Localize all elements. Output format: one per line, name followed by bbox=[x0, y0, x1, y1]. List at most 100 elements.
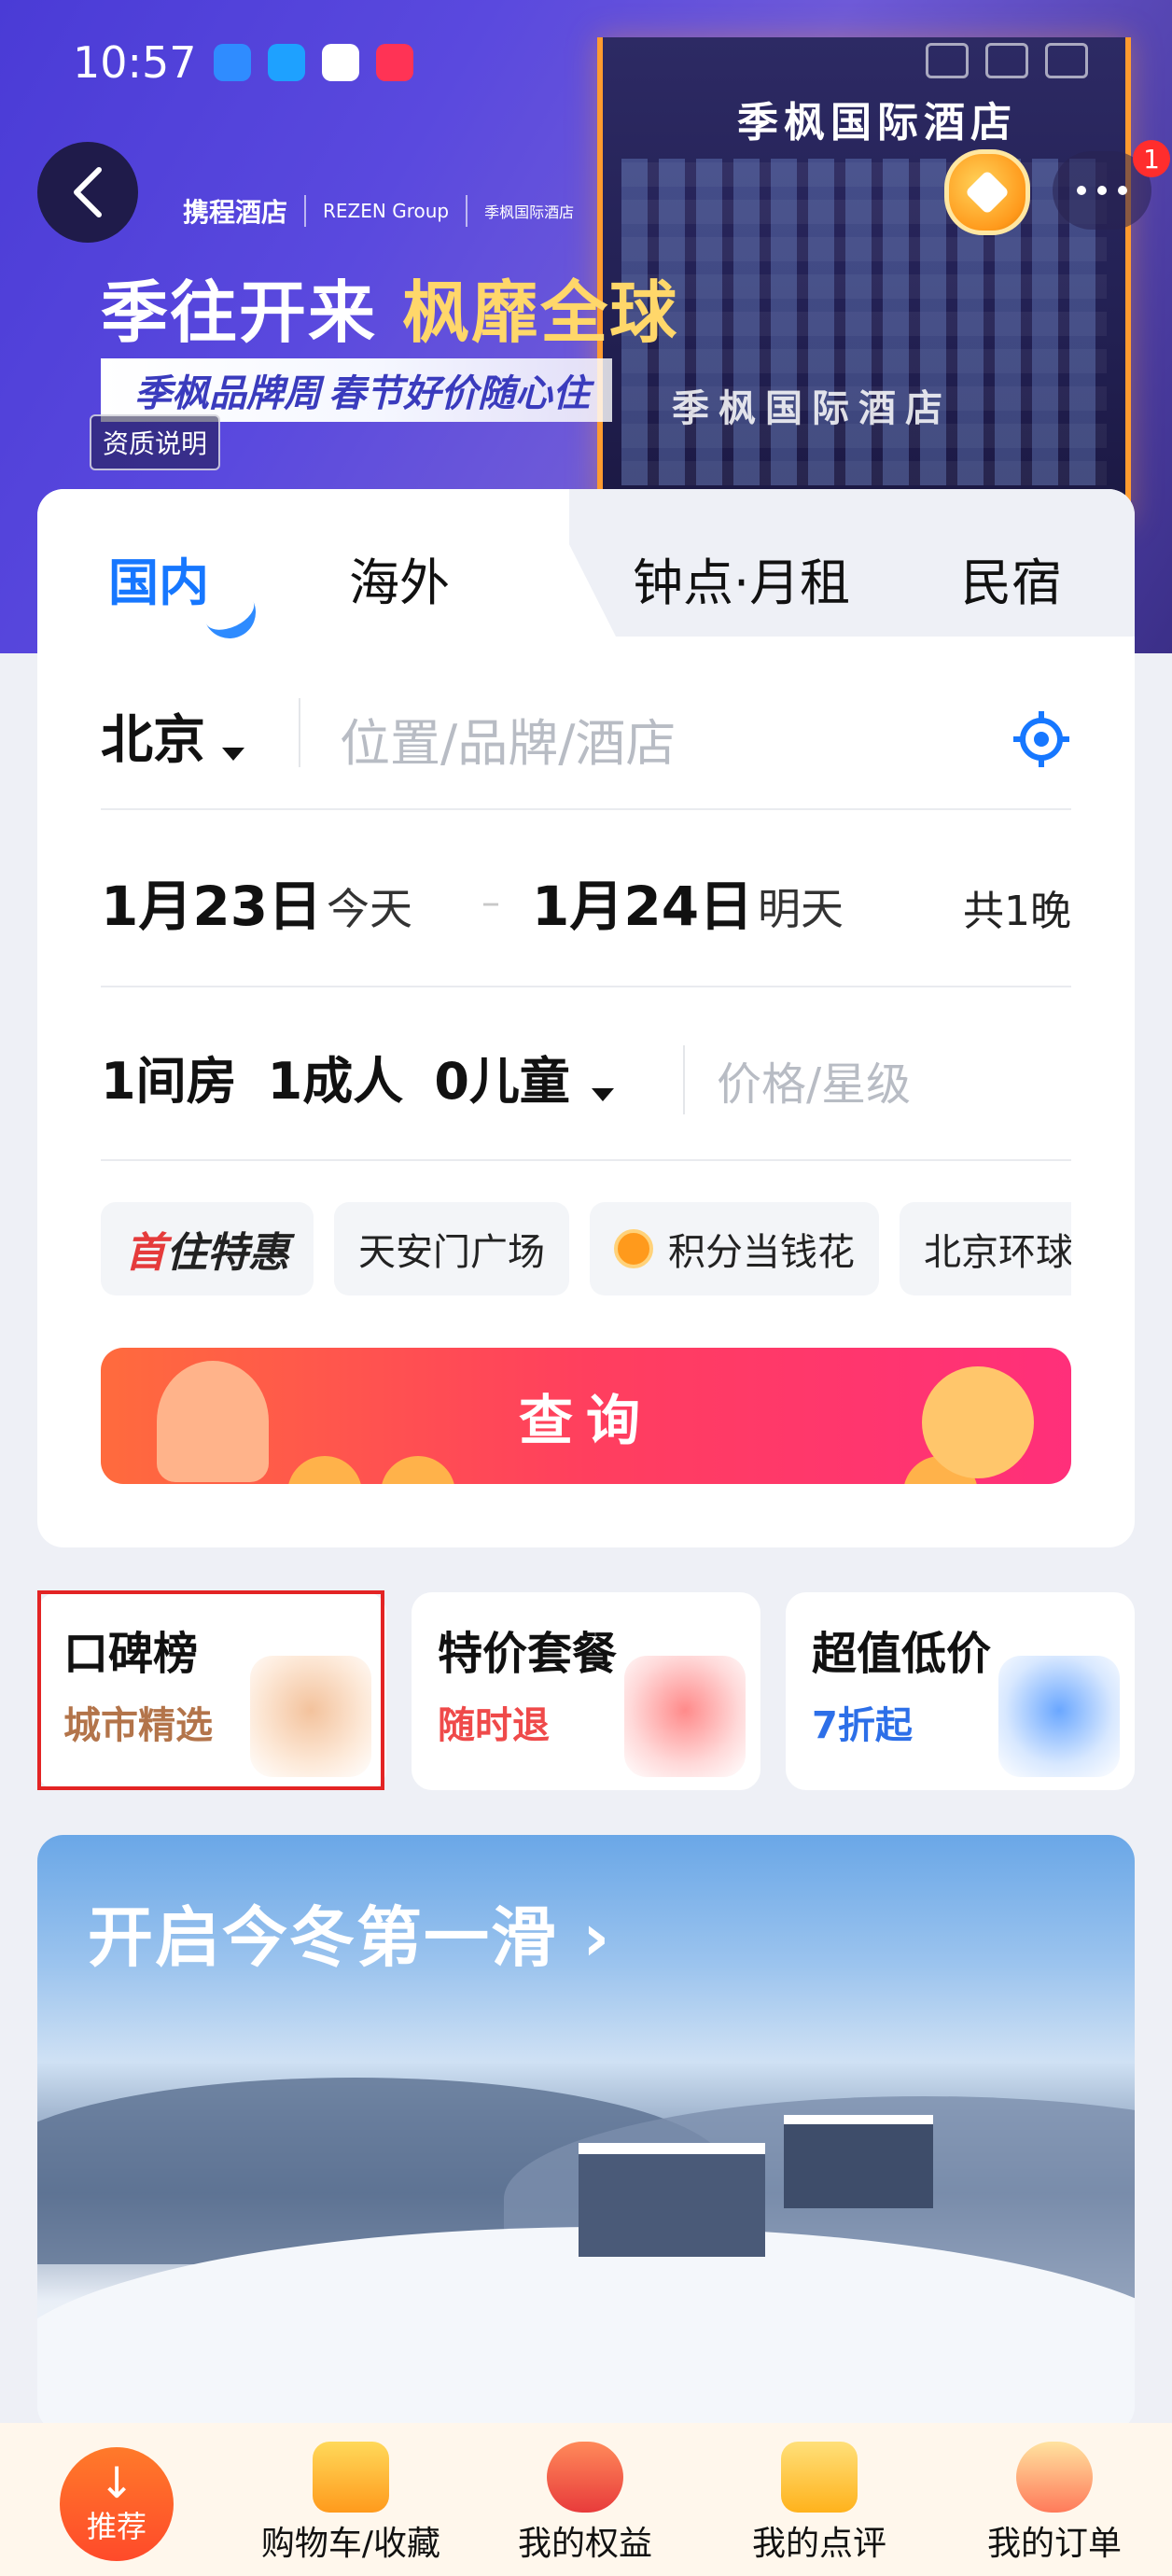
wifi-icon bbox=[985, 43, 1028, 78]
subline-brand-week: 季枫品牌周 bbox=[134, 372, 321, 415]
back-button[interactable] bbox=[37, 142, 138, 243]
checkin-label: 今天 bbox=[327, 884, 412, 934]
dragon-mascot-icon bbox=[1016, 2442, 1093, 2513]
reward-button[interactable] bbox=[944, 149, 1030, 235]
video-app-icon bbox=[375, 44, 413, 81]
slogan-part-a: 季往开来 bbox=[101, 273, 403, 352]
room-count: 1间房 bbox=[101, 1052, 237, 1111]
tab-homestay[interactable]: 民宿 bbox=[961, 541, 1062, 615]
brand-separator bbox=[466, 195, 468, 227]
brand-logos: 携程酒店 REZEN Group 季枫国际酒店 bbox=[183, 192, 574, 230]
room-guest-selector[interactable]: 1间房 1成人 0儿童 bbox=[101, 1040, 615, 1113]
feature-value-low-price[interactable]: 超值低价 7折起 bbox=[786, 1592, 1135, 1790]
more-dot bbox=[1097, 186, 1107, 195]
nav-my-benefits[interactable]: 我的权益 bbox=[492, 2423, 678, 2576]
tab-hourly-monthly[interactable]: 钟点·月租 bbox=[633, 541, 850, 615]
banner-subline: 季枫品牌周 春节好价随心住 bbox=[101, 358, 612, 422]
tab-overseas[interactable]: 海外 bbox=[349, 541, 450, 615]
gold-ingot-decoration bbox=[381, 1456, 455, 1484]
checkout-date: 1月24日 bbox=[532, 875, 754, 938]
hotel-sign-text: 季枫国际酒店 bbox=[737, 99, 1017, 147]
price-tag-icon bbox=[624, 1656, 746, 1777]
bottom-navigation: 购物车/收藏 我的权益 我的点评 我的订单 bbox=[0, 2423, 1172, 2576]
nights-count: 共1晚 bbox=[963, 888, 1071, 935]
nav-my-orders[interactable]: 我的订单 bbox=[961, 2423, 1148, 2576]
date-dash: – bbox=[481, 881, 500, 924]
usb-icon bbox=[213, 44, 251, 81]
status-time: 10:57 bbox=[73, 37, 197, 88]
search-button-label: 查询 bbox=[518, 1389, 653, 1452]
nav-my-reviews[interactable]: 我的点评 bbox=[726, 2423, 913, 2576]
chip-first-stay-deal[interactable]: 首住特惠 bbox=[101, 1202, 314, 1295]
tab-domestic[interactable]: 国内 bbox=[108, 541, 209, 615]
status-bar: 10:57 bbox=[73, 37, 413, 88]
keyword-input[interactable]: 位置/品牌/酒店 bbox=[340, 702, 676, 776]
app-icon bbox=[321, 44, 359, 81]
arrow-down-icon: ↓ bbox=[98, 2457, 135, 2508]
nav-recommend-label: 推荐 bbox=[86, 2509, 146, 2544]
nav-cart-favorites[interactable]: 购物车/收藏 bbox=[258, 2423, 444, 2576]
chip-universal[interactable]: 北京环球 bbox=[900, 1202, 1071, 1295]
banner-slogan: 季往开来 枫靡全球 bbox=[101, 258, 678, 356]
nav-label: 购物车/收藏 bbox=[260, 2525, 441, 2563]
hotel-sign-bottom-text: 季枫国际酒店 bbox=[672, 387, 952, 430]
coin-icon bbox=[614, 1229, 653, 1268]
price-star-filter[interactable]: 价格/星级 bbox=[717, 1047, 911, 1113]
search-button[interactable]: 查询 bbox=[101, 1348, 1071, 1484]
checkout-label: 明天 bbox=[758, 884, 844, 934]
caret-down-icon bbox=[222, 747, 244, 761]
gold-ingot-decoration bbox=[287, 1456, 362, 1484]
divider bbox=[101, 986, 1071, 987]
caret-down-icon bbox=[592, 1087, 615, 1101]
chip-points-label: 积分当钱花 bbox=[668, 1231, 855, 1274]
chip-tiananmen[interactable]: 天安门广场 bbox=[334, 1202, 569, 1295]
signal-icon bbox=[926, 43, 969, 78]
feature-title: 特价套餐 bbox=[438, 1628, 618, 1680]
highlight-box bbox=[37, 1590, 384, 1790]
destination-row: 北京 位置/品牌/酒店 bbox=[101, 689, 1071, 782]
hotel-search-card: 国内 海外 钟点·月租 民宿 北京 位置/品牌/酒店 1月23日 今天 – 1月… bbox=[37, 489, 1135, 1547]
ctrip-hotel-logo: 携程酒店 bbox=[183, 197, 288, 228]
checkin-date: 1月23日 bbox=[101, 875, 323, 938]
status-indicators bbox=[926, 43, 1088, 78]
jifeng-logo: 季枫国际酒店 bbox=[484, 203, 575, 221]
search-tabs: 国内 海外 钟点·月租 民宿 bbox=[37, 489, 1135, 648]
discount-arrow-icon bbox=[998, 1656, 1120, 1777]
city-name: 北京 bbox=[101, 710, 205, 771]
subline-spring-deal: 春节好价随心住 bbox=[328, 372, 590, 415]
adult-count: 1成人 bbox=[267, 1052, 404, 1111]
reward-icon bbox=[964, 169, 1011, 216]
divider bbox=[101, 1159, 1071, 1161]
chevron-left-icon bbox=[74, 167, 102, 217]
notification-badge: 1 bbox=[1133, 140, 1170, 177]
browser-icon bbox=[267, 44, 305, 81]
locate-icon[interactable] bbox=[1012, 709, 1071, 769]
nav-recommend-button[interactable]: ↓ 推荐 bbox=[60, 2447, 174, 2561]
quick-filter-chips: 首住特惠 天安门广场 积分当钱花 北京环球 bbox=[101, 1202, 1071, 1299]
fortune-god-icon bbox=[547, 2442, 623, 2513]
nav-label: 我的订单 bbox=[986, 2525, 1122, 2563]
nav-label: 我的权益 bbox=[517, 2525, 652, 2563]
promo-title: 开启今冬第一滑 › bbox=[88, 1899, 612, 1976]
chip-points[interactable]: 积分当钱花 bbox=[590, 1202, 879, 1295]
more-dot bbox=[1077, 186, 1086, 195]
slogan-part-b: 枫靡全球 bbox=[402, 273, 679, 352]
feature-subtitle: 7折起 bbox=[812, 1704, 913, 1747]
more-dot bbox=[1118, 186, 1127, 195]
date-row[interactable]: 1月23日 今天 – 1月24日 明天 共1晚 bbox=[101, 859, 1071, 952]
feature-subtitle: 随时退 bbox=[438, 1704, 550, 1747]
brand-separator bbox=[304, 195, 307, 227]
field-separator bbox=[683, 1045, 685, 1114]
review-star-icon bbox=[781, 2442, 858, 2513]
qualification-button[interactable]: 资质说明 bbox=[90, 414, 221, 470]
battery-icon bbox=[1045, 43, 1088, 78]
feature-title: 超值低价 bbox=[812, 1628, 992, 1680]
ski-lodge bbox=[784, 2115, 933, 2208]
gift-box-icon bbox=[313, 2442, 389, 2513]
ski-lodge bbox=[579, 2143, 765, 2257]
city-selector[interactable]: 北京 bbox=[101, 698, 244, 774]
first-stay-logo: 首住特惠 bbox=[125, 1229, 289, 1277]
feature-special-package[interactable]: 特价套餐 随时退 bbox=[412, 1592, 760, 1790]
rezen-logo: REZEN Group bbox=[323, 200, 450, 222]
ski-promo-banner[interactable]: 开启今冬第一滑 › bbox=[37, 1835, 1135, 2432]
